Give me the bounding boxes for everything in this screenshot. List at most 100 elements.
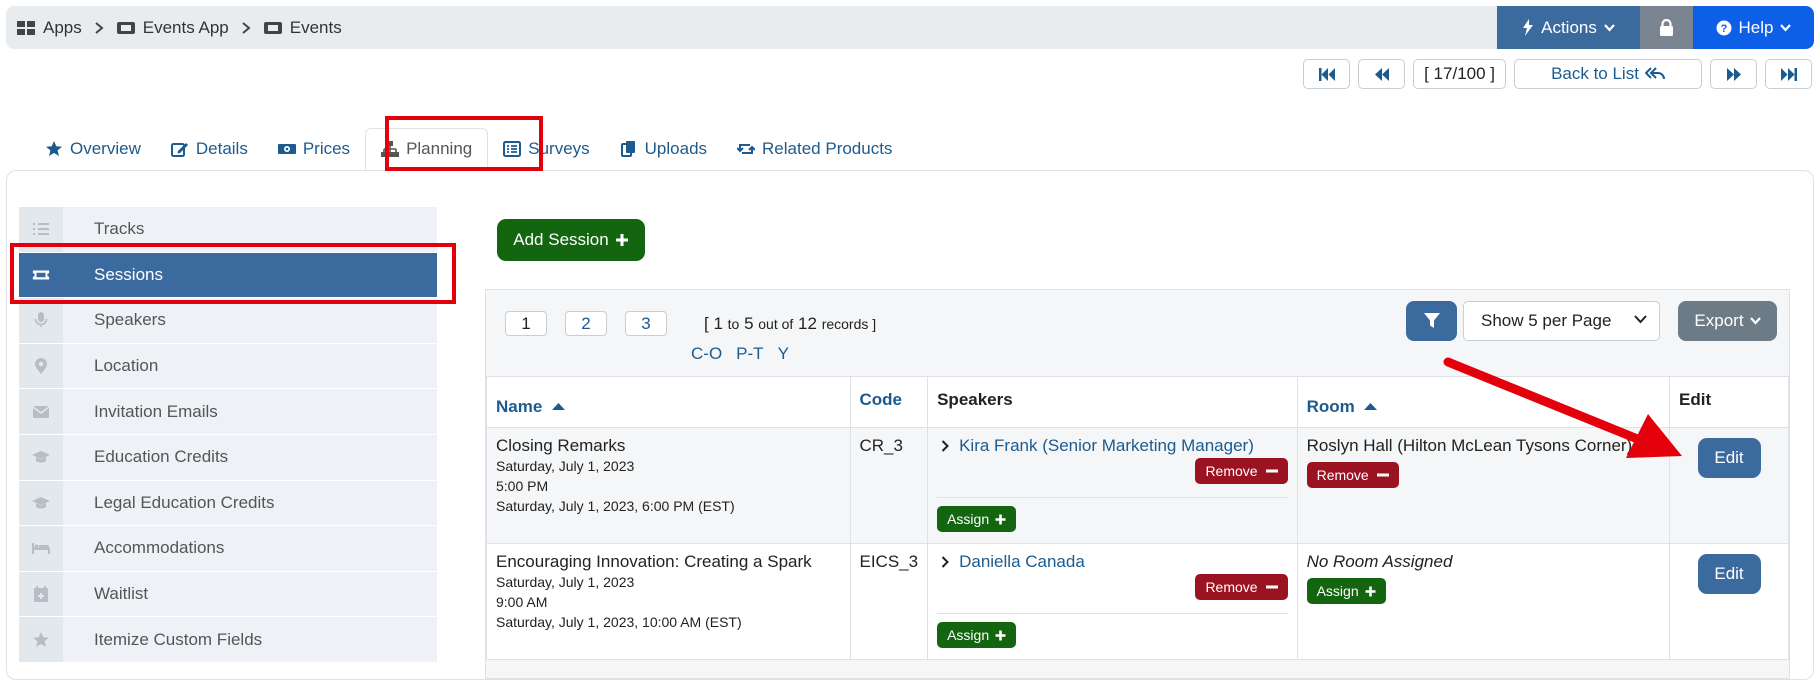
tab-label: Details: [195, 139, 248, 158]
room-cell: No Room Assigned Assign: [1296, 543, 1671, 660]
per-page-select[interactable]: Show 5 per Page: [1463, 301, 1660, 341]
session-name: Closing Remarks: [496, 436, 626, 455]
svg-text:?: ?: [1720, 23, 1727, 35]
column-header-name[interactable]: Name: [486, 376, 851, 428]
page-button-1[interactable]: 1: [505, 311, 547, 336]
record-start: [ 1: [704, 314, 723, 333]
edit-icon: [170, 143, 188, 157]
remove-label: Remove: [1205, 579, 1258, 595]
tab-overview[interactable]: Overview: [30, 128, 156, 170]
edit-session-button[interactable]: Edit: [1697, 438, 1761, 478]
alpha-filter-p-t[interactable]: P-T: [736, 344, 763, 364]
breadcrumb-label: Events: [289, 17, 342, 37]
actions-button[interactable]: Actions: [1497, 6, 1640, 49]
remove-speaker-button[interactable]: Remove: [1195, 458, 1288, 484]
lock-button[interactable]: [1640, 6, 1693, 49]
page-button-3[interactable]: 3: [625, 311, 667, 336]
filter-button[interactable]: [1406, 301, 1457, 341]
help-label: Help: [1738, 17, 1774, 37]
record-total: 12: [798, 314, 817, 333]
record-end: 5: [744, 314, 754, 333]
tab-related-products[interactable]: Related Products: [722, 128, 907, 170]
graduation-cap-icon: [32, 496, 50, 509]
alpha-filter: C-O P-T Y: [691, 344, 789, 364]
column-header-speakers: Speakers: [927, 376, 1298, 428]
speaker-link[interactable]: Kira Frank (Senior Marketing Manager): [959, 436, 1254, 456]
last-record-button[interactable]: [1765, 59, 1812, 89]
bed-icon: [32, 543, 50, 555]
sidebar-item-invitation-emails[interactable]: Invitation Emails: [19, 389, 437, 435]
edit-session-button[interactable]: Edit: [1697, 554, 1761, 594]
chevron-down-icon: [1749, 317, 1761, 325]
sidebar-item-label: Tracks: [94, 219, 145, 239]
record-position: [ 17/100 ]: [1413, 59, 1506, 89]
graduation-cap-icon: [32, 451, 50, 463]
export-button[interactable]: Export: [1678, 301, 1777, 341]
session-cell: Encouraging Innovation: Creating a Spark…: [486, 543, 851, 660]
copy-icon: [620, 141, 635, 157]
session-date: Saturday, July 1, 2023: [496, 458, 635, 474]
sidebar-item-speakers[interactable]: Speakers: [19, 298, 437, 344]
sort-up-icon: [1364, 403, 1378, 410]
back-to-list-button[interactable]: Back to List: [1514, 59, 1702, 89]
microphone-icon: [34, 312, 48, 328]
map-marker-icon: [35, 358, 47, 375]
plus-icon: [1365, 586, 1376, 596]
next-record-button[interactable]: [1710, 59, 1757, 89]
previous-record-button[interactable]: [1358, 59, 1406, 89]
tab-prices[interactable]: Prices: [263, 128, 365, 170]
sidebar-item-legal-education-credits[interactable]: Legal Education Credits: [19, 480, 437, 527]
first-record-button[interactable]: [1303, 59, 1351, 89]
remove-room-button[interactable]: Remove: [1306, 462, 1399, 488]
forward-icon: [1726, 67, 1741, 81]
speaker-entry: Daniella Canada: [937, 552, 1287, 572]
fast-forward-icon: [1780, 67, 1797, 81]
column-header-code[interactable]: Code: [849, 376, 929, 428]
sidebar-item-itemize-custom-fields[interactable]: Itemize Custom Fields: [19, 617, 437, 663]
sidebar-item-education-credits[interactable]: Education Credits: [19, 434, 437, 481]
breadcrumb-events-app[interactable]: Events App: [116, 18, 229, 38]
sidebar-item-label: Education Credits: [94, 447, 229, 467]
session-name: Encouraging Innovation: Creating a Spark: [496, 552, 812, 571]
speakers-cell: Daniella Canada Remove Assign: [927, 543, 1298, 660]
tab-label: Related Products: [762, 139, 893, 158]
sidebar-item-label: Location: [94, 356, 159, 376]
room-name: No Room Assigned: [1306, 552, 1453, 571]
tab-uploads[interactable]: Uploads: [605, 128, 722, 170]
envelope-icon: [32, 405, 50, 418]
tab-label: Uploads: [644, 139, 708, 158]
assign-speaker-button[interactable]: Assign: [937, 622, 1017, 648]
add-session-button[interactable]: Add Session: [497, 219, 645, 261]
chevron-right-icon[interactable]: [941, 556, 950, 568]
top-bar: Apps Events App Events Actions ? Help: [6, 6, 1814, 49]
breadcrumb-apps[interactable]: Apps: [16, 18, 82, 38]
assign-label: Assign: [947, 511, 990, 527]
assign-speaker-button[interactable]: Assign: [937, 506, 1017, 532]
help-button[interactable]: ? Help: [1693, 6, 1814, 49]
sidebar-item-accommodations[interactable]: Accommodations: [19, 526, 437, 572]
plus-icon: [995, 514, 1006, 524]
alpha-filter-y[interactable]: Y: [778, 344, 789, 364]
breadcrumb-label: Apps: [43, 17, 82, 37]
list-icon: [33, 223, 49, 236]
edit-cell: Edit: [1669, 543, 1789, 660]
remove-speaker-button[interactable]: Remove: [1195, 574, 1288, 600]
speaker-link[interactable]: Daniella Canada: [959, 552, 1085, 572]
page-button-2[interactable]: 2: [565, 311, 607, 336]
breadcrumb: Apps Events App Events: [16, 6, 342, 49]
retweet-icon: [737, 144, 756, 154]
assign-label: Assign: [947, 627, 990, 643]
sidebar-item-label: Legal Education Credits: [94, 492, 275, 512]
annotation-arrow: [1443, 357, 1682, 458]
chevron-right-icon[interactable]: [941, 440, 950, 452]
assign-room-button[interactable]: Assign: [1306, 578, 1386, 604]
assign-label: Assign: [1316, 583, 1359, 599]
sidebar-item-waitlist[interactable]: Waitlist: [19, 571, 437, 618]
breadcrumb-events[interactable]: Events: [263, 18, 342, 38]
sessions-item-highlight: [10, 243, 456, 304]
tab-details[interactable]: Details: [156, 128, 263, 170]
sidebar-item-location[interactable]: Location: [19, 343, 437, 390]
session-end: Saturday, July 1, 2023, 10:00 AM (EST): [496, 614, 742, 630]
tab-label: Prices: [302, 139, 351, 158]
alpha-filter-c-o[interactable]: C-O: [691, 344, 722, 364]
